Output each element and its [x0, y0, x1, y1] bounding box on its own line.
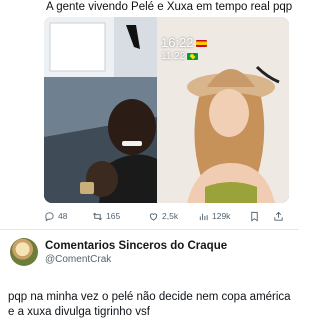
like-count: 2,5k: [162, 211, 179, 221]
overlay-time-secondary: 11:22: [161, 50, 207, 63]
views-icon: [199, 213, 208, 220]
repost-action[interactable]: 165: [92, 208, 120, 224]
post-action-bar: 48 165 2,5k 129k: [44, 208, 289, 224]
video-time-overlay: 16:22 11:22: [161, 36, 207, 63]
overlay-time-primary: 16:22: [161, 36, 207, 49]
video-left-panel: [44, 17, 157, 203]
views-action[interactable]: 129k: [198, 208, 230, 224]
divider: [0, 229, 299, 230]
reply-count: 48: [58, 211, 68, 221]
avatar[interactable]: [10, 238, 38, 266]
share-icon: [274, 211, 283, 221]
spain-flag-icon: [195, 40, 207, 48]
share-action[interactable]: [273, 208, 284, 224]
bookmark-icon: [251, 211, 258, 221]
reply-author-name[interactable]: Comentarios Sinceros do Craque: [45, 240, 227, 252]
bookmark-action[interactable]: [249, 208, 260, 224]
reply-icon: [45, 211, 54, 222]
repost-count: 165: [106, 211, 121, 221]
repost-icon: [93, 212, 102, 220]
views-count: 129k: [212, 211, 231, 221]
post-caption: A gente vivendo Pelé e Xuxa em tempo rea…: [46, 1, 293, 13]
heart-icon: [149, 212, 158, 221]
post-video-media[interactable]: 16:22 11:22: [44, 17, 289, 203]
brazil-flag-icon: [187, 52, 199, 60]
man-selfie-image: [44, 17, 157, 203]
reply-action[interactable]: 48: [44, 208, 67, 224]
reply-author-handle[interactable]: @ComentCrak: [45, 254, 111, 265]
like-action[interactable]: 2,5k: [148, 208, 178, 224]
reply-text: pqp na minha vez o pelé não decide nem c…: [8, 291, 291, 318]
